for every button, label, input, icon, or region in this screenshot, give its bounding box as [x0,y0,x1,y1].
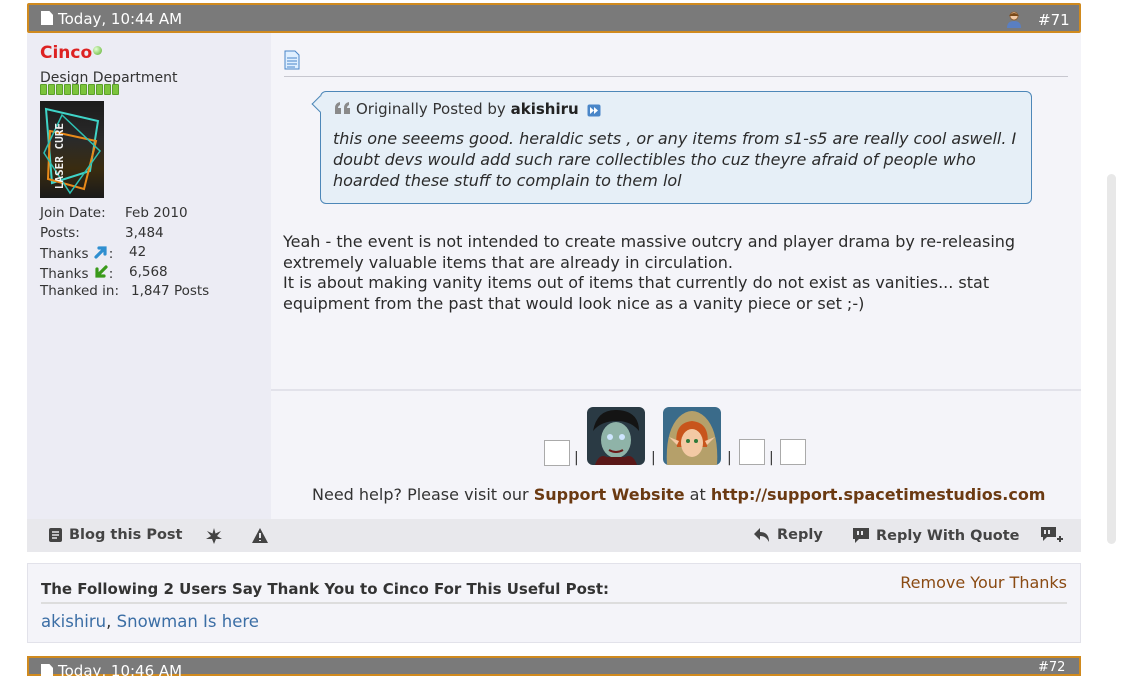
reply-icon [754,528,769,542]
blog-icon [49,528,62,542]
quote-block: Originally Posted by akishiru this one s… [320,91,1032,204]
quote-bubble-icon [853,528,869,543]
thanks-user-list: akishiru, Snowman Is here [41,612,259,631]
thanks-user-link[interactable]: Snowman Is here [117,612,259,631]
message-paragraph: Yeah - the event is not intended to crea… [283,232,1016,272]
document-icon [41,664,53,678]
scrollbar[interactable] [1107,174,1116,544]
post-message: Yeah - the event is not intended to crea… [283,232,1063,314]
avatar-text: LASER CURE [53,123,66,190]
user-profile-icon[interactable] [1005,10,1023,28]
post-action-bar: Blog this Post Reply Reply With Quote [27,519,1081,552]
broken-image[interactable] [780,439,806,465]
message-paragraph: It is about making vanity items out of i… [283,273,990,313]
thanks-given-value: 42 [129,244,147,260]
next-post-header: Today, 10:46 AM #72 [27,656,1081,680]
signature-divider [271,389,1081,391]
thanked-in-label: Thanked in: [40,283,119,299]
post-header: Today, 10:44 AM #71 [27,3,1081,33]
thanked-in-value: 1,847 Posts [131,283,210,299]
support-url-link[interactable]: http://support.spacetimestudios.com [711,485,1046,504]
thanks-received-label: Thanks [40,265,89,282]
posts-label: Posts: [40,224,80,241]
elf-character-image[interactable] [663,407,721,465]
quote-prefix: Originally Posted by [356,100,506,118]
join-date-value: Feb 2010 [125,205,188,221]
arrow-down-left-icon [95,264,108,278]
post-content: Originally Posted by akishiru this one s… [271,33,1081,519]
star-rating-icon[interactable] [205,527,223,545]
broken-image[interactable] [739,439,765,465]
post-number-link[interactable]: #71 [1038,11,1070,29]
content-divider [284,76,1068,77]
online-status-icon [93,46,102,55]
next-post-number-link[interactable]: #72 [1038,660,1065,675]
reputation-bar [40,84,120,95]
quote-text: this one seeems good. heraldic sets , or… [333,129,1017,190]
zombie-character-image[interactable] [587,407,645,465]
thanks-divider [41,602,1067,604]
broken-image[interactable] [544,440,570,466]
post-icon [284,50,300,70]
quote-icon [335,102,350,114]
post-date: Today, 10:44 AM [58,10,183,28]
quote-author: akishiru [510,100,579,118]
multi-quote-icon[interactable] [1040,526,1064,546]
thanks-box: The Following 2 Users Say Thank You to C… [27,563,1081,643]
report-post-icon[interactable] [251,527,269,544]
reply-with-quote-button[interactable]: Reply With Quote [852,527,1020,544]
avatar[interactable]: LASER CURE [40,101,104,198]
document-icon [41,11,53,25]
signature-help-text: Need help? Please visit our Support Webs… [312,485,1046,504]
thanks-given-label: Thanks [40,246,89,262]
view-post-icon[interactable] [587,104,601,117]
posts-value: 3,484 [125,224,164,241]
username-link[interactable]: Cinco [40,43,92,63]
join-date-label: Join Date: [40,205,106,221]
thanks-title: The Following 2 Users Say Thank You to C… [41,580,609,598]
next-post-date: Today, 10:46 AM [58,662,183,680]
reply-button[interactable]: Reply [753,527,823,543]
support-website-link[interactable]: Support Website [534,485,685,504]
blog-this-post-button[interactable]: Blog this Post [48,527,182,543]
remove-thanks-link[interactable]: Remove Your Thanks [900,573,1067,592]
thanks-received-value: 6,568 [129,263,168,280]
thanks-user-link[interactable]: akishiru [41,612,106,631]
arrow-up-right-icon [94,246,107,259]
user-info-panel: Cinco Design Department LASER CURE Join … [27,33,271,519]
